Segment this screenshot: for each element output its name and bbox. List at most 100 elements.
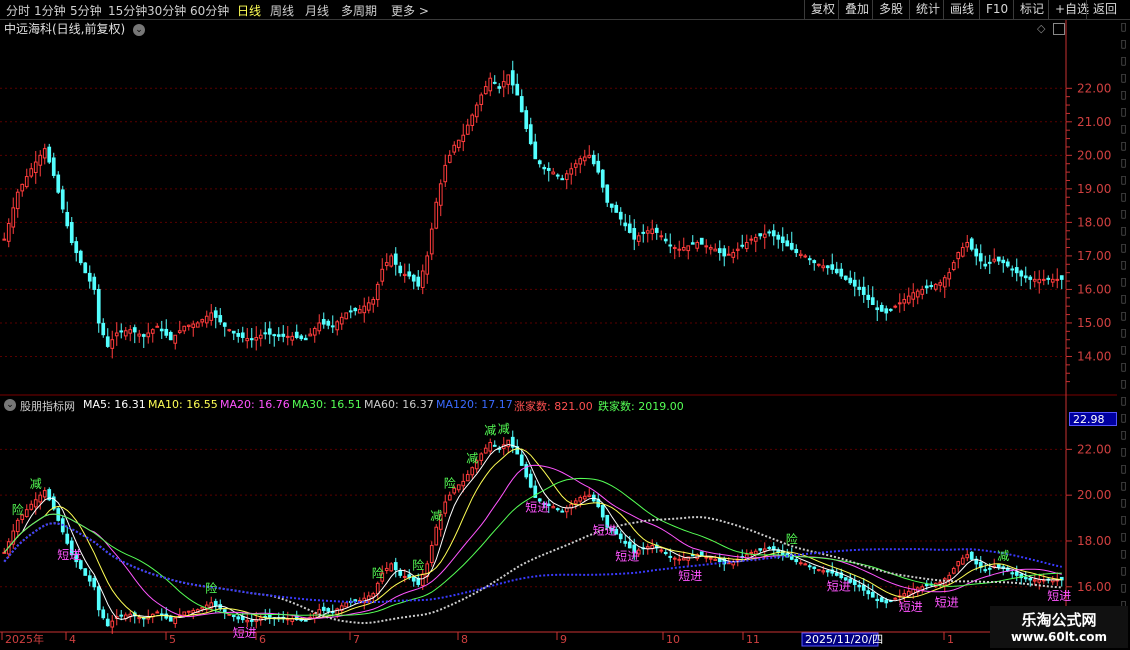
candle-body — [398, 265, 403, 274]
candle-body — [978, 253, 983, 262]
candle-body — [866, 294, 871, 300]
candle-body — [96, 586, 101, 611]
candle-body — [627, 541, 632, 549]
candle-body — [375, 582, 380, 595]
candle-body — [578, 496, 583, 502]
candle-body — [470, 114, 475, 126]
candle-body — [105, 336, 110, 347]
chevron-down-icon[interactable]: ⌄ — [133, 23, 146, 36]
candle-body — [623, 540, 628, 544]
watermark: 乐淘公式网 www.60lt.com — [990, 606, 1128, 648]
candle-body — [915, 290, 920, 298]
candle-body — [524, 110, 529, 130]
candle-body — [582, 495, 587, 500]
candle-body — [344, 312, 349, 320]
candle-body — [110, 339, 115, 349]
candle-body — [780, 236, 785, 243]
candle-body — [798, 253, 803, 256]
candle-body — [960, 557, 965, 565]
candle-body — [564, 173, 569, 181]
candle-body — [249, 338, 254, 341]
candle-body — [33, 499, 38, 508]
candle-body — [969, 238, 974, 250]
candle-body — [483, 86, 488, 95]
candle-body — [587, 494, 592, 498]
rise-count: 涨家数: 821.00 — [514, 400, 593, 413]
candle-body — [708, 557, 713, 560]
candle-body — [839, 268, 844, 277]
candle-body — [186, 610, 191, 613]
candle-body — [335, 321, 340, 331]
candle-body — [87, 575, 92, 582]
candle-body — [560, 178, 565, 181]
candle-body — [762, 233, 767, 238]
signal-label: 短进 — [827, 579, 851, 593]
candle-body — [834, 572, 839, 576]
y-tick-label: 18.00 — [1077, 534, 1111, 548]
candle-body — [200, 319, 205, 323]
candle-body — [168, 615, 173, 622]
diamond-icon[interactable]: ◇ — [1037, 22, 1045, 35]
candle-body — [560, 510, 565, 513]
candle-body — [911, 292, 916, 300]
candle-body — [398, 570, 403, 576]
candle-body — [434, 201, 439, 229]
candle-body — [884, 308, 889, 314]
date-label: 2025/11/20/四 — [805, 633, 883, 646]
candle-body — [155, 611, 160, 614]
candle-body — [533, 141, 538, 160]
candle-body — [465, 474, 470, 482]
candle-body — [456, 484, 461, 491]
candle-body — [96, 288, 101, 324]
candle-body — [731, 252, 736, 258]
candle-body — [920, 288, 925, 295]
sidebar-glyph: ▯ — [1120, 37, 1127, 50]
candle-body — [942, 277, 947, 288]
right-sidebar-strip: ▯▯▯▯▯▯▯▯▯▯▯▯▯▯▯▯▯▯▯▯▯▯▯▯▯▯▯▯▯▯▯▯▯▯▯▯ — [1117, 20, 1130, 632]
candle-body — [969, 551, 974, 560]
candle-body — [92, 577, 97, 588]
candle-body — [902, 298, 907, 304]
candle-body — [852, 279, 857, 287]
candle-body — [393, 562, 398, 571]
candle-body — [258, 334, 263, 339]
candle-body — [861, 286, 866, 295]
candle-body — [119, 614, 124, 617]
signal-label: 短进 — [233, 626, 257, 640]
sidebar-glyph: ▯ — [1120, 513, 1127, 526]
candle-body — [726, 253, 731, 256]
sidebar-glyph: ▯ — [1120, 581, 1127, 594]
watermark-title: 乐淘公式网 — [1021, 611, 1097, 629]
candle-body — [965, 241, 970, 248]
candle-body — [87, 272, 92, 282]
candle-body — [515, 83, 520, 96]
candle-body — [938, 282, 943, 286]
main-chart-title: 中远海科(日线,前复权) — [4, 22, 126, 36]
candle-body — [218, 315, 223, 323]
candle-body — [519, 96, 524, 113]
sidebar-glyph: ▯ — [1120, 547, 1127, 560]
candle-body — [614, 204, 619, 213]
chevron-down-icon[interactable]: ⌄ — [4, 399, 16, 411]
sidebar-glyph: ▯ — [1120, 292, 1127, 305]
candle-body — [92, 276, 97, 290]
candle-body — [996, 256, 1001, 262]
candle-body — [366, 302, 371, 311]
sidebar-glyph: ▯ — [1120, 394, 1127, 407]
candle-body — [65, 533, 70, 544]
current-value-label: 22.98 — [1069, 412, 1117, 426]
sidebar-glyph: ▯ — [1120, 105, 1127, 118]
candle-body — [15, 519, 20, 533]
candle-body — [618, 533, 623, 540]
candle-body — [312, 328, 317, 336]
candle-body — [74, 241, 79, 254]
candle-body — [321, 319, 326, 325]
window-toggle-icon[interactable] — [1053, 23, 1065, 35]
sidebar-glyph: ▯ — [1120, 411, 1127, 424]
signal-label: 短进 — [525, 501, 549, 515]
candle-body — [65, 211, 70, 227]
candle-body — [470, 467, 475, 476]
candle-body — [213, 600, 218, 607]
candle-body — [38, 154, 43, 166]
y-tick-label: 20.00 — [1077, 488, 1111, 502]
